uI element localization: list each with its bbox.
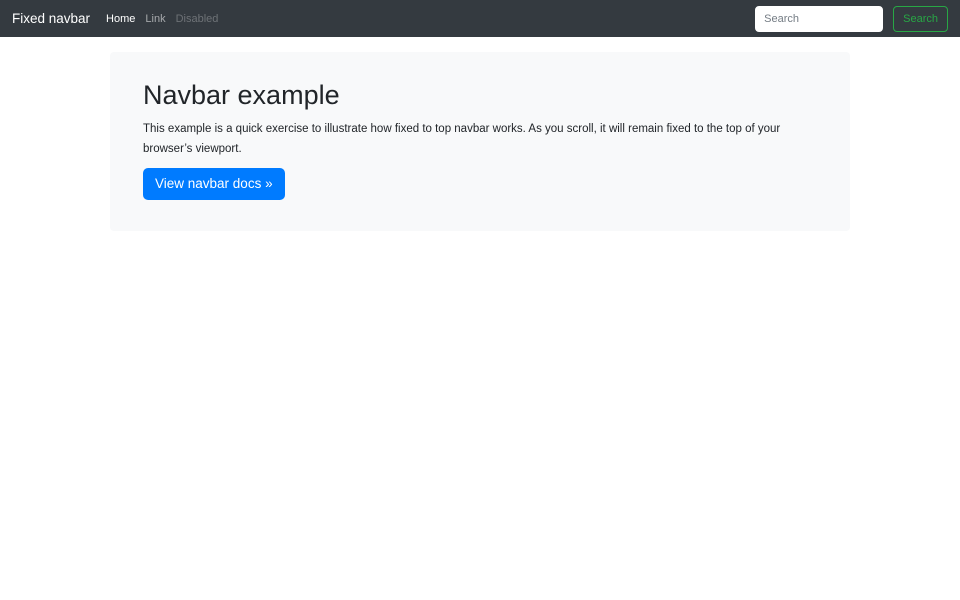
view-navbar-docs-button[interactable]: View navbar docs » bbox=[143, 168, 285, 200]
search-input[interactable] bbox=[755, 6, 883, 32]
nav-item-link[interactable]: Link bbox=[140, 13, 170, 25]
navbar-nav: Home Link Disabled bbox=[101, 13, 223, 25]
hero-panel: Navbar example This example is a quick e… bbox=[110, 52, 850, 231]
navbar-brand[interactable]: Fixed navbar bbox=[12, 0, 90, 37]
page-title: Navbar example bbox=[143, 82, 817, 109]
search-form: Search bbox=[755, 6, 948, 32]
nav-item-disabled: Disabled bbox=[171, 13, 224, 25]
page-description: This example is a quick exercise to illu… bbox=[143, 119, 817, 159]
top-navbar: Fixed navbar Home Link Disabled Search bbox=[0, 0, 960, 37]
search-button[interactable]: Search bbox=[893, 6, 948, 32]
nav-item-home[interactable]: Home bbox=[101, 13, 140, 25]
